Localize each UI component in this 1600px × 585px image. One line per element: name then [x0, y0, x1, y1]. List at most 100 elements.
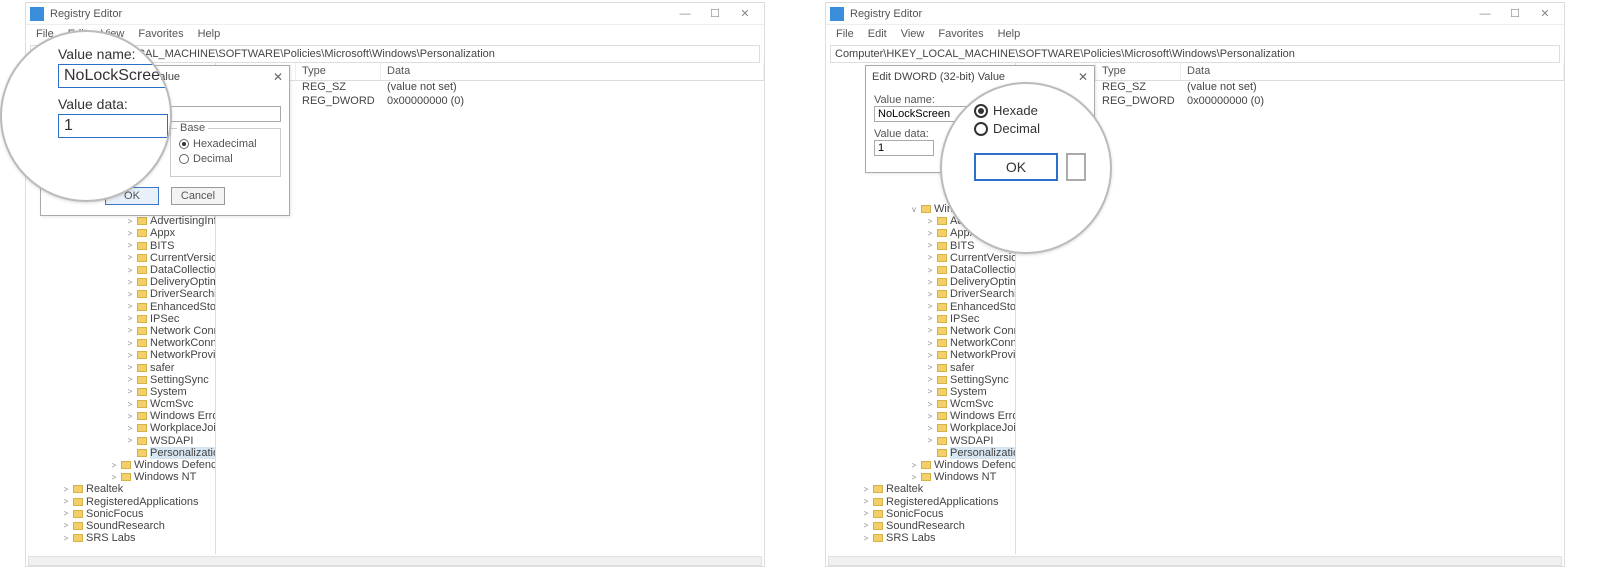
expand-icon[interactable]: >	[926, 363, 934, 372]
minimize-button[interactable]: —	[670, 4, 700, 24]
tree-item[interactable]: >NetworkConnectivi	[26, 337, 216, 349]
tree-item[interactable]: >IPSec	[26, 313, 216, 325]
expand-icon[interactable]: >	[926, 253, 934, 262]
tree-item[interactable]: >SettingSync	[826, 374, 1016, 386]
tree-item[interactable]: >SRS Labs	[826, 532, 1016, 544]
expand-icon[interactable]: >	[62, 521, 70, 530]
tree-item[interactable]: >CurrentVersion	[26, 252, 216, 264]
expand-icon[interactable]: >	[126, 217, 134, 226]
close-button[interactable]: ✕	[1530, 4, 1560, 24]
expand-icon[interactable]: >	[926, 266, 934, 275]
tree-item[interactable]: >safer	[26, 361, 216, 373]
tree-item[interactable]: >SonicFocus	[26, 508, 216, 520]
tree-item[interactable]: >IPSec	[826, 313, 1016, 325]
cancel-button[interactable]: Cancel	[171, 187, 225, 205]
tree-item[interactable]: >Network Connectio	[26, 325, 216, 337]
list-pane[interactable]: Name Type Data REG_SZ (value not set) RE…	[216, 63, 764, 554]
tree-item[interactable]: >NetworkProvider	[826, 349, 1016, 361]
tree-item[interactable]: >NetworkConnectivi	[826, 337, 1016, 349]
list-row[interactable]: REG_SZ (value not set)	[216, 81, 764, 95]
expand-icon[interactable]: >	[926, 302, 934, 311]
tree-item[interactable]: >CurrentVersion	[826, 252, 1016, 264]
expand-icon[interactable]: >	[126, 278, 134, 287]
tree-item[interactable]: >DeliveryOptimization	[26, 276, 216, 288]
expand-icon[interactable]: >	[926, 326, 934, 335]
expand-icon[interactable]: >	[862, 509, 870, 518]
expand-icon[interactable]: >	[926, 229, 934, 238]
expand-icon[interactable]: >	[926, 400, 934, 409]
expand-icon[interactable]: >	[126, 229, 134, 238]
expand-icon[interactable]: >	[110, 461, 118, 470]
tree-item[interactable]: >Windows NT	[26, 471, 216, 483]
expand-icon[interactable]: >	[862, 521, 870, 530]
tree-item[interactable]: >DriverSearching	[26, 288, 216, 300]
tree-item[interactable]: >EnhancedStorageDe	[26, 301, 216, 313]
menu-help[interactable]: Help	[198, 28, 221, 40]
expand-icon[interactable]: >	[126, 339, 134, 348]
expand-icon[interactable]: >	[126, 351, 134, 360]
expand-icon[interactable]: >	[126, 400, 134, 409]
radio-hex[interactable]: Hexadecimal	[179, 138, 272, 150]
expand-icon[interactable]: >	[926, 436, 934, 445]
dialog-close-icon[interactable]: ✕	[1078, 70, 1088, 84]
expand-icon[interactable]: >	[126, 387, 134, 396]
tree-item[interactable]: >SoundResearch	[826, 520, 1016, 532]
tree-item[interactable]: >DataCollection	[826, 264, 1016, 276]
list-row[interactable]: REG_DWORD 0x00000000 (0)	[1016, 95, 1564, 109]
menu-edit[interactable]: Edit	[868, 28, 887, 40]
radio-dec[interactable]: Decimal	[179, 153, 272, 165]
expand-icon[interactable]: >	[62, 509, 70, 518]
expand-icon[interactable]: >	[926, 424, 934, 433]
tree-item[interactable]: >WSDAPI	[826, 435, 1016, 447]
tree-item[interactable]: >RegisteredApplications	[826, 496, 1016, 508]
scrollbar-horizontal[interactable]	[828, 556, 1562, 566]
menu-file[interactable]: File	[836, 28, 854, 40]
tree-item[interactable]: >NetworkProvider	[26, 349, 216, 361]
expand-icon[interactable]: >	[926, 412, 934, 421]
expand-icon[interactable]: >	[62, 485, 70, 494]
expand-icon[interactable]: >	[126, 375, 134, 384]
minimize-button[interactable]: —	[1470, 4, 1500, 24]
tree-item[interactable]: >DriverSearching	[826, 288, 1016, 300]
tree-item[interactable]: >Realtek	[826, 483, 1016, 495]
menu-view[interactable]: View	[901, 28, 925, 40]
tree-item[interactable]: >Windows Error Repo	[826, 410, 1016, 422]
expand-icon[interactable]: v	[910, 205, 918, 214]
expand-icon[interactable]: >	[862, 534, 870, 543]
expand-icon[interactable]: >	[126, 302, 134, 311]
menu-favorites[interactable]: Favorites	[938, 28, 983, 40]
expand-icon[interactable]: >	[110, 473, 118, 482]
tree-item[interactable]: >DataCollection	[26, 264, 216, 276]
expand-icon[interactable]: >	[126, 363, 134, 372]
expand-icon[interactable]: >	[926, 375, 934, 384]
col-data[interactable]: Data	[381, 63, 764, 80]
tree-item[interactable]: >SoundResearch	[26, 520, 216, 532]
dialog-close-icon[interactable]: ✕	[273, 70, 283, 84]
tree-item[interactable]: >WSDAPI	[26, 435, 216, 447]
tree-item[interactable]: >System	[826, 386, 1016, 398]
list-row[interactable]: REG_SZ (value not set)	[1016, 81, 1564, 95]
maximize-button[interactable]: ☐	[700, 4, 730, 24]
tree-item[interactable]: Personalization	[26, 447, 216, 459]
tree-item[interactable]: >WorkplaceJoin	[826, 422, 1016, 434]
tree-item[interactable]: >Windows Error Repo	[26, 410, 216, 422]
col-type[interactable]: Type	[1096, 63, 1181, 80]
tree-item[interactable]: >EnhancedStorageDe	[826, 301, 1016, 313]
scrollbar-horizontal[interactable]	[28, 556, 762, 566]
expand-icon[interactable]: >	[126, 314, 134, 323]
expand-icon[interactable]: >	[910, 473, 918, 482]
tree-item[interactable]: Personalization	[826, 447, 1016, 459]
expand-icon[interactable]: >	[926, 351, 934, 360]
tree-item[interactable]: >SettingSync	[26, 374, 216, 386]
close-button[interactable]: ✕	[730, 4, 760, 24]
tree-item[interactable]: >Appx	[26, 227, 216, 239]
tree-item[interactable]: >WcmSvc	[826, 398, 1016, 410]
list-row[interactable]: REG_DWORD 0x00000000 (0)	[216, 95, 764, 109]
expand-icon[interactable]: >	[862, 497, 870, 506]
tree-item[interactable]: >Network Connectio	[826, 325, 1016, 337]
tree-item[interactable]: >Windows Defender	[26, 459, 216, 471]
expand-icon[interactable]: >	[926, 217, 934, 226]
expand-icon[interactable]: >	[126, 436, 134, 445]
expand-icon[interactable]: >	[126, 326, 134, 335]
tree-item[interactable]: >safer	[826, 361, 1016, 373]
